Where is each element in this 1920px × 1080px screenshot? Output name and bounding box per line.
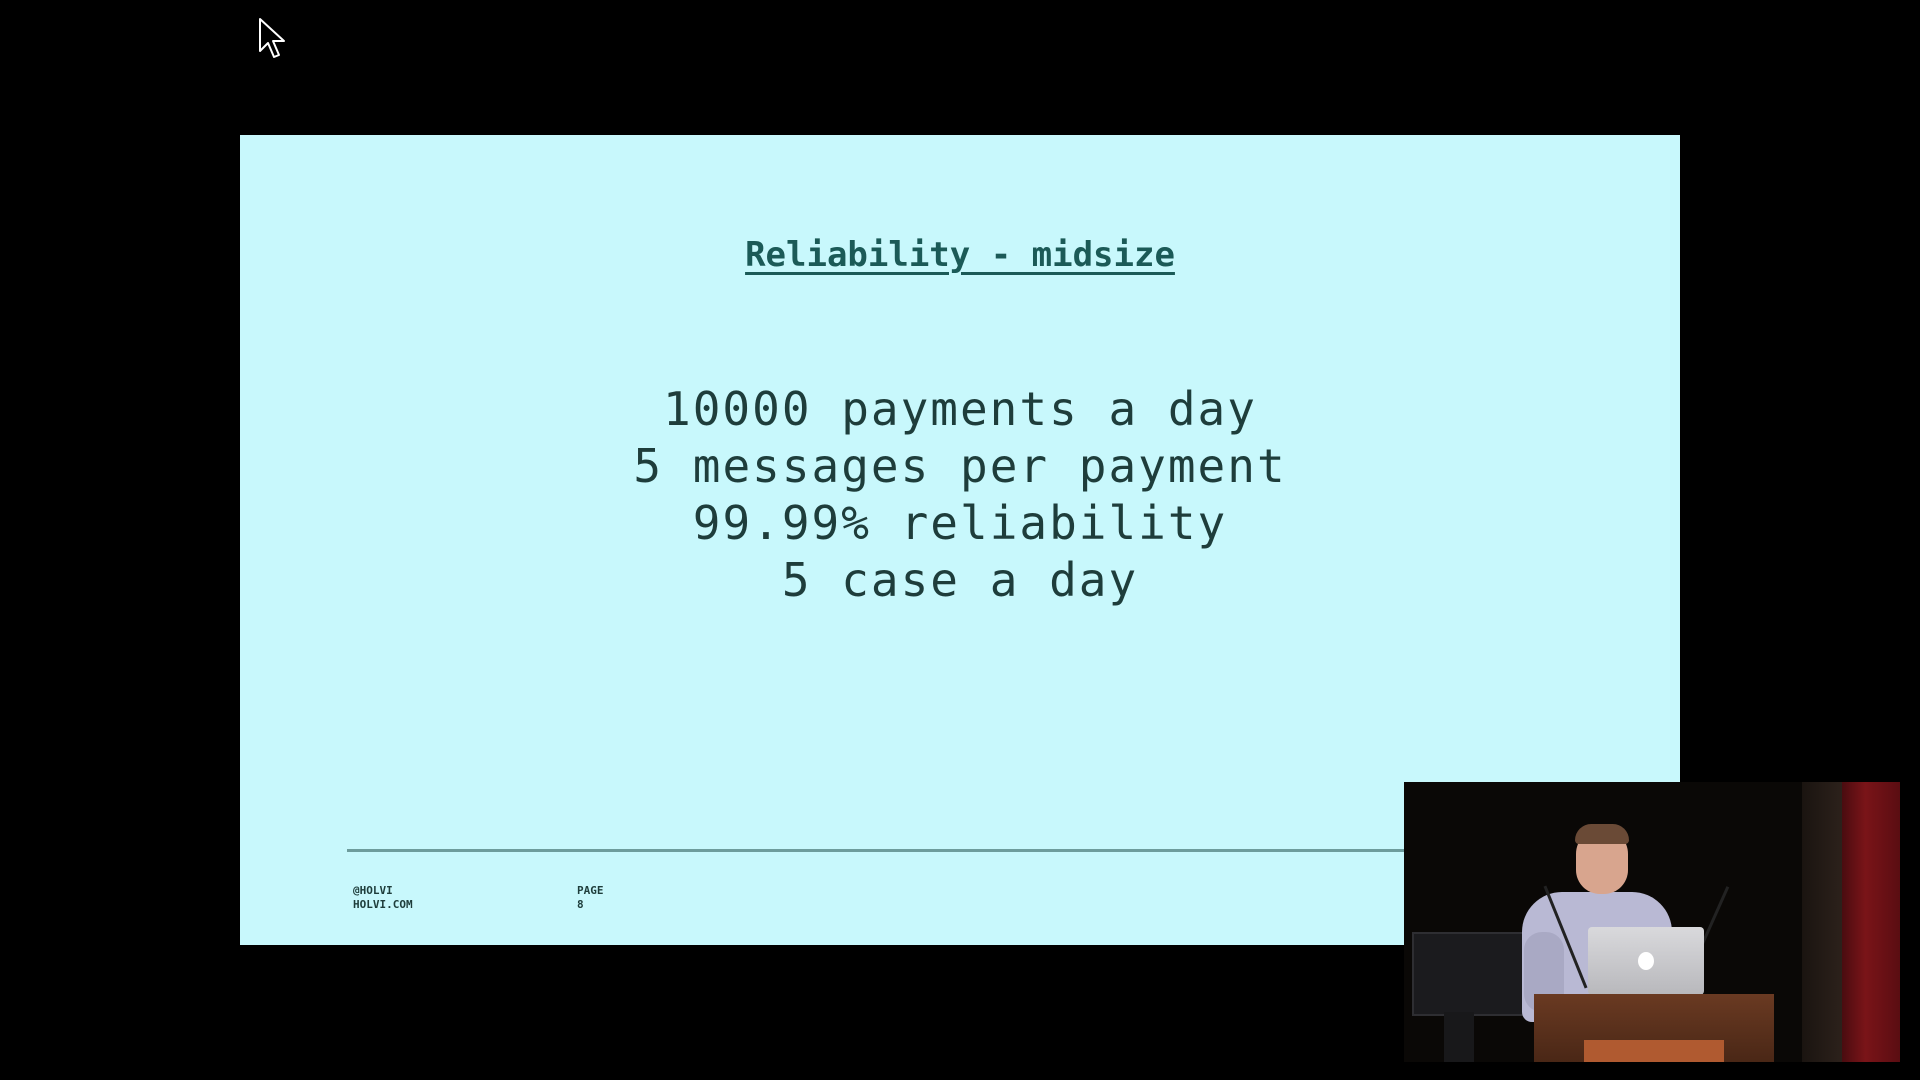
apple-logo-icon [1638,952,1654,970]
slide-line: 5 messages per payment [633,439,1287,493]
speaker-hair [1575,824,1629,844]
slide-line: 10000 payments a day [663,382,1257,436]
stage-wall [1802,782,1842,1062]
slide-footer-brand: @HOLVI HOLVI.COM [353,884,413,912]
slide-title: Reliability - midsize [745,235,1175,275]
stage-curtain [1842,782,1900,1062]
mouse-pointer-icon [259,18,285,58]
monitor-stand [1444,1012,1474,1062]
footer-page-number: 8 [577,898,584,911]
slide-line: 99.99% reliability [692,496,1228,550]
footer-page-label: PAGE [577,884,604,897]
slide-footer-page: PAGE 8 [577,884,604,912]
speaker-video-inset [1404,782,1900,1062]
podium-plate [1584,1040,1724,1062]
footer-site: HOLVI.COM [353,898,413,911]
video-stage: Reliability - midsize 10000 payments a d… [0,0,1920,1080]
slide-line: 5 case a day [781,553,1139,607]
slide-body: 10000 payments a day 5 messages per paym… [240,381,1680,609]
footer-handle: @HOLVI [353,884,393,897]
confidence-monitor [1412,932,1526,1016]
